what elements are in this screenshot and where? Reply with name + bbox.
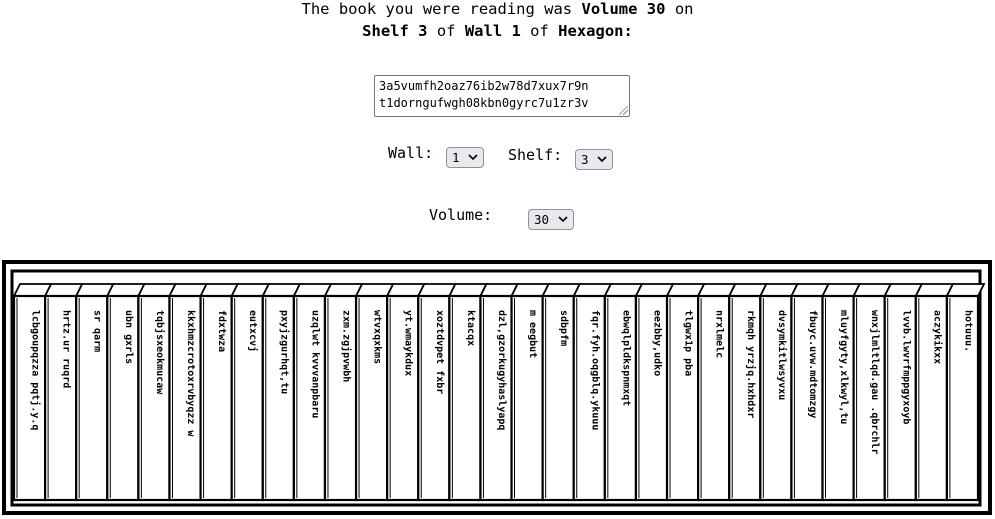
heading-of-2: of — [520, 22, 559, 40]
book-title: lvvb.lwvrfmppgyxoyb — [900, 310, 911, 424]
heading-hexagon: Hexagon: — [558, 22, 633, 40]
book-title: eutxcvj — [247, 310, 259, 352]
heading-shelf: Shelf 3 — [362, 22, 428, 40]
book-title: aczykikxx — [931, 310, 943, 364]
book-top — [945, 283, 986, 297]
book-title: fdxtwza — [216, 310, 227, 352]
book-title: dzl,gzorkugyhaslyapq — [496, 310, 507, 430]
book-title: zxm.zgjpvwbh — [341, 310, 353, 382]
heading-line-2: Shelf 3 of Wall 1 of Hexagon: — [0, 20, 995, 42]
shelf-label: Shelf: — [508, 146, 563, 164]
chevron-down-icon — [597, 156, 607, 163]
heading-of-1: of — [427, 22, 465, 40]
heading-line-1: The book you were reading was Volume 30 … — [0, 0, 995, 20]
book-title: nrxlmelc — [714, 310, 725, 358]
hexagon-address-line-2: t1dorngufwgh08kbn0gyrc7u1zr3v — [379, 96, 589, 110]
book-title: wtvxqxkms — [372, 310, 383, 364]
book-title: ebwqlpldkspnmxqt — [620, 310, 631, 406]
book-title: fbuyc.uvw.mdtomzgy — [807, 310, 818, 418]
book-title: pxyjzgurhqt,tu — [278, 310, 290, 394]
book-title: uzqlwt kvvvanpbaru — [309, 310, 320, 418]
book-title: hrtz.ur ruqrd — [61, 310, 72, 388]
bookshelf: lcbgoupqzza pqtj.y.q hrtz.ur ruqrd sr qarm… — [2, 260, 992, 515]
book-title: m eegbut — [527, 310, 538, 358]
shelf-select[interactable]: 3 — [575, 149, 613, 170]
book-title: xoztdvpet fxbr — [434, 310, 445, 394]
book-title: mluyfgyty,xlkwyl,tu — [838, 310, 849, 424]
heading-volume: Volume 30 — [581, 0, 666, 18]
volume-select[interactable]: 30 — [528, 209, 574, 230]
heading-prefix: The book you were reading was — [301, 0, 582, 18]
wall-select-value: 1 — [452, 150, 460, 165]
volume-label: Volume: — [429, 206, 493, 224]
heading-wall: Wall 1 — [464, 22, 521, 40]
book-title: ubn gxrls — [123, 310, 134, 364]
book-title: sr qarm — [92, 310, 103, 352]
wall-label: Wall: — [388, 144, 434, 162]
book-title: wnxjlmltlqd.gau .qbrchlr — [869, 310, 881, 455]
hexagon-address-textarea[interactable]: 3a5vumfh2oaz76ib2w78d7xux7r9n t1dorngufw… — [374, 75, 630, 117]
shelf-select-value: 3 — [581, 152, 589, 167]
book-title: tqbjsxeokmucaw — [154, 310, 166, 395]
result-heading: The book you were reading was Volume 30 … — [0, 0, 995, 42]
chevron-down-icon — [558, 216, 568, 223]
hexagon-address-line-1: 3a5vumfh2oaz76ib2w78d7xux7r9n — [379, 79, 589, 93]
book-title: yt.wmaykdux — [403, 310, 414, 376]
book-title: sdbpfm — [558, 310, 569, 346]
book-title: tlgwx1p pba — [683, 310, 694, 376]
book-title: dvsymkitlwsyvxu — [776, 310, 788, 400]
book-title: rkmqh yrzjq.hxhdxr — [745, 310, 757, 418]
book-title: fqr.fyh.oqgblq.ykuuu — [589, 310, 600, 430]
book-title: lcbgoupqzza pqtj.y.q — [30, 310, 42, 430]
book-title: kkxhmzcrotoxrvbyqzz w — [185, 310, 196, 437]
book-title: eezbby,udko — [651, 310, 662, 376]
heading-suffix: on — [665, 0, 694, 18]
resize-grip-icon[interactable] — [619, 106, 628, 115]
book-spine[interactable]: hotuuu. — [945, 283, 986, 502]
book-title: ktacqx — [465, 310, 476, 346]
book-title: hotuuu. — [962, 310, 973, 352]
wall-select[interactable]: 1 — [446, 147, 484, 168]
volume-select-value: 30 — [534, 212, 550, 227]
chevron-down-icon — [468, 154, 478, 161]
